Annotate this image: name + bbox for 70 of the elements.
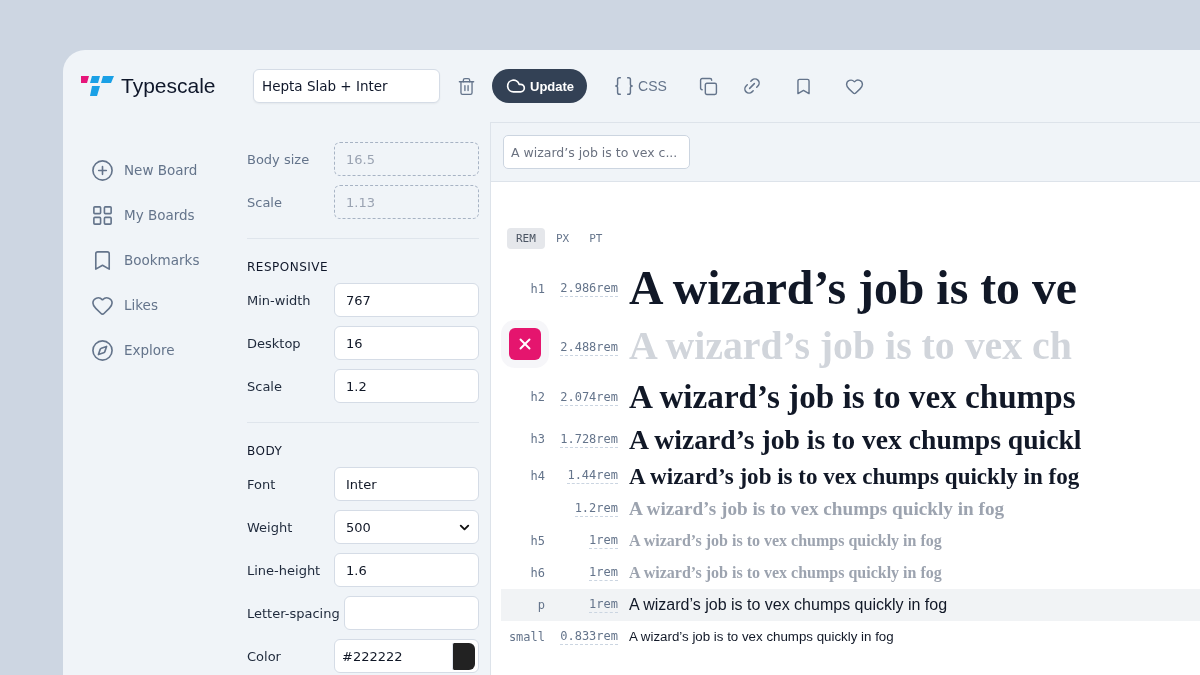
color-value: #222222 xyxy=(341,648,404,664)
nav-item[interactable]: Likes xyxy=(91,287,230,323)
sample-text: A wizard’s job is to vex chumps xyxy=(629,377,1076,417)
tag-label: h2 xyxy=(530,390,545,404)
nav-item[interactable]: New Board xyxy=(91,152,230,188)
field-label: Color xyxy=(247,648,282,664)
sample-text: A wizard’s job is to vex chumps quickly in fog xyxy=(629,629,894,645)
size-label: 1.2rem xyxy=(574,500,618,518)
cloud-icon xyxy=(506,76,526,96)
tag-label: h5 xyxy=(530,533,545,548)
select-field[interactable]: 500 xyxy=(334,510,479,544)
color-field[interactable]: #222222 xyxy=(334,639,479,673)
input-field[interactable]: 767 xyxy=(334,283,479,317)
braces-icon xyxy=(613,75,636,97)
size-label: 1.44rem xyxy=(567,467,618,485)
board-name-field[interactable]: Hepta Slab + Inter xyxy=(253,69,440,103)
sample-text: A wizard’s job is to vex chumps quickly in fog xyxy=(629,462,1080,490)
unit-tab[interactable]: PT xyxy=(580,228,612,249)
update-button[interactable]: Update xyxy=(492,69,588,103)
sample-text: A wizard’s job is to ve xyxy=(629,261,1077,317)
field-label: Weight xyxy=(247,519,294,535)
input-field[interactable]: Inter xyxy=(334,467,479,501)
nav-item[interactable]: Explore xyxy=(91,332,230,368)
sample-text-field[interactable]: A wizard’s job is to vex c... xyxy=(503,135,690,169)
input-field[interactable]: 1.2 xyxy=(334,369,479,403)
field-label: Line-height xyxy=(247,562,322,578)
unit-tab[interactable]: PX xyxy=(546,228,579,249)
section-heading: RESPONSIVE xyxy=(247,260,330,274)
size-label: 1.728rem xyxy=(560,431,618,448)
selected-row[interactable]: p 1rem A wizard’s job is to vex chumps quickly in fog xyxy=(501,588,1200,621)
nav-icon xyxy=(91,203,114,227)
nav-item[interactable]: My Boards xyxy=(91,197,230,233)
sample-text: A wizard’s job is to vex chumps quickly in fog xyxy=(629,563,942,582)
section-heading: BODY xyxy=(247,444,284,458)
field-label: Font xyxy=(247,476,277,492)
brand-name: Typescale xyxy=(121,74,216,98)
nav-icon xyxy=(91,338,114,362)
field-label: Letter-spacing xyxy=(247,605,340,621)
field-label: Min-width xyxy=(247,292,312,308)
sample-text: A wizard’s job is to vex chumps quickly in fog xyxy=(629,595,948,614)
tag-label: h6 xyxy=(530,565,545,580)
remove-button[interactable] xyxy=(509,328,541,361)
tag-label: h1 xyxy=(530,281,545,296)
tag-label: small xyxy=(508,629,545,644)
sample-text: A wizard’s job is to vex chumps quickly in fog xyxy=(629,531,942,550)
tag-label: h4 xyxy=(530,468,545,483)
size-label: 0.833rem xyxy=(560,628,618,646)
field-label: Body size xyxy=(247,151,311,167)
size-label: 2.986rem xyxy=(560,280,618,298)
field-label: Desktop xyxy=(247,335,302,351)
size-label: 1rem xyxy=(589,564,618,582)
css-button[interactable]: CSS xyxy=(613,75,667,97)
tag-label: p xyxy=(537,597,545,612)
field-label: Scale xyxy=(247,194,283,210)
size-label: 1rem xyxy=(589,596,618,614)
input-field[interactable] xyxy=(343,596,479,630)
size-label: 2.488rem xyxy=(560,338,618,356)
input-field[interactable]: 16 xyxy=(334,326,479,360)
logo-icon xyxy=(81,75,115,97)
size-label: 1rem xyxy=(589,532,618,550)
nav-icon xyxy=(91,158,114,182)
size-label: 2.074rem xyxy=(560,388,618,406)
input-field[interactable]: 1.6 xyxy=(334,553,479,587)
tag-label: h3 xyxy=(530,432,545,447)
nav-item[interactable]: Bookmarks xyxy=(91,242,230,278)
sample-text: A wizard’s job is to vex chumps quickl xyxy=(629,423,1082,456)
unit-tab[interactable]: REM xyxy=(507,228,545,249)
sample-text: A wizard’s job is to vex chumps quickly in fog xyxy=(629,497,1005,520)
color-swatch[interactable] xyxy=(452,642,475,670)
field-label: Scale xyxy=(247,378,283,394)
